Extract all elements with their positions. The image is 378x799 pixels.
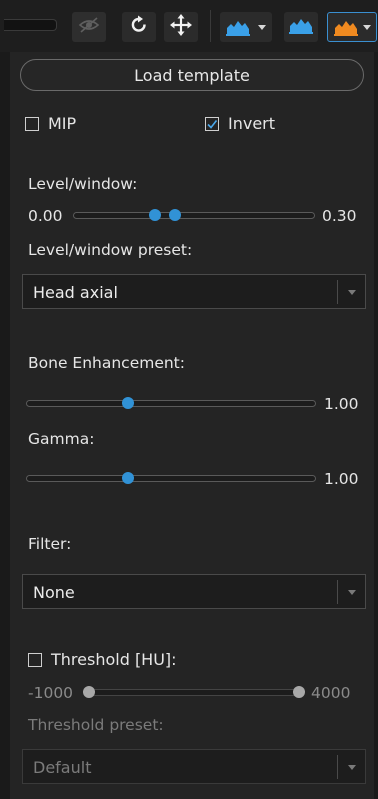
pan-move-icon	[170, 14, 192, 40]
level-window-preset-label: Level/window preset:	[28, 241, 193, 259]
threshold-slider-track[interactable]	[86, 689, 304, 696]
checkbox-box	[25, 116, 39, 131]
filter-label: Filter:	[28, 535, 72, 553]
invert-label: Invert	[228, 114, 276, 133]
histogram-dropdown-icon	[226, 18, 250, 40]
chevron-down-icon	[348, 290, 356, 295]
combo-divider	[337, 755, 338, 779]
level-window-slider-track[interactable]	[73, 212, 315, 219]
gamma-label: Gamma:	[28, 430, 95, 448]
gamma-value: 1.00	[324, 470, 359, 488]
histogram-active-dropdown-button[interactable]	[327, 12, 377, 42]
chevron-down-icon	[348, 590, 356, 595]
load-template-button[interactable]: Load template	[20, 59, 364, 91]
checkbox-box	[205, 116, 219, 131]
threshold-preset-select[interactable]: Default	[22, 749, 366, 784]
mip-label: MIP	[48, 114, 77, 133]
level-window-label: Level/window:	[28, 175, 138, 193]
level-window-preset-select[interactable]: Head axial	[22, 274, 366, 309]
bone-enhancement-slider-track[interactable]	[26, 400, 316, 407]
mip-checkbox[interactable]: MIP	[25, 114, 76, 133]
filter-value: None	[33, 583, 75, 602]
threshold-label: Threshold [HU]:	[51, 650, 177, 669]
histogram-button[interactable]	[284, 12, 318, 42]
pan-button[interactable]	[164, 12, 198, 42]
bone-enhancement-handle[interactable]	[121, 397, 134, 409]
combo-divider	[337, 280, 338, 304]
filter-select[interactable]: None	[22, 574, 366, 609]
level-window-low-handle[interactable]	[149, 209, 162, 221]
threshold-high-handle[interactable]	[293, 686, 305, 698]
threshold-low-handle[interactable]	[83, 686, 95, 698]
checkbox-box	[28, 652, 42, 667]
rotate-icon	[129, 15, 149, 39]
level-window-min: 0.00	[28, 207, 63, 225]
chevron-down-icon	[258, 25, 266, 30]
level-window-high-handle[interactable]	[168, 209, 181, 221]
histogram-active-dropdown-icon	[334, 18, 358, 40]
histogram-icon	[289, 16, 313, 38]
combo-divider	[337, 580, 338, 604]
level-window-preset-value: Head axial	[33, 283, 118, 302]
threshold-min: -1000	[28, 684, 74, 702]
bone-enhancement-label: Bone Enhancement:	[28, 354, 185, 372]
settings-content: Load template MIP Invert Level/window: 0…	[10, 52, 374, 799]
toolbar-slider-slot[interactable]	[4, 19, 57, 31]
histogram-dropdown-button[interactable]	[220, 12, 272, 42]
toolbar-separator	[210, 10, 211, 42]
chevron-down-icon	[348, 765, 356, 770]
threshold-preset-value: Default	[33, 758, 92, 777]
level-window-max: 0.30	[322, 207, 357, 225]
visibility-toggle-button[interactable]	[72, 12, 106, 42]
threshold-max: 4000	[311, 684, 351, 702]
bone-enhancement-value: 1.00	[324, 395, 359, 413]
threshold-checkbox[interactable]: Threshold [HU]:	[28, 650, 177, 669]
gamma-slider-track[interactable]	[26, 475, 316, 482]
rotate-button[interactable]	[122, 12, 156, 42]
eye-off-icon	[78, 16, 100, 38]
checkmark-icon	[207, 119, 218, 129]
chevron-down-icon	[363, 25, 371, 30]
gamma-handle[interactable]	[121, 472, 134, 484]
toolbar	[0, 0, 378, 52]
threshold-preset-label: Threshold preset:	[28, 716, 164, 734]
volume-render-settings-panel: Load template MIP Invert Level/window: 0…	[0, 0, 378, 799]
invert-checkbox[interactable]: Invert	[205, 114, 275, 133]
